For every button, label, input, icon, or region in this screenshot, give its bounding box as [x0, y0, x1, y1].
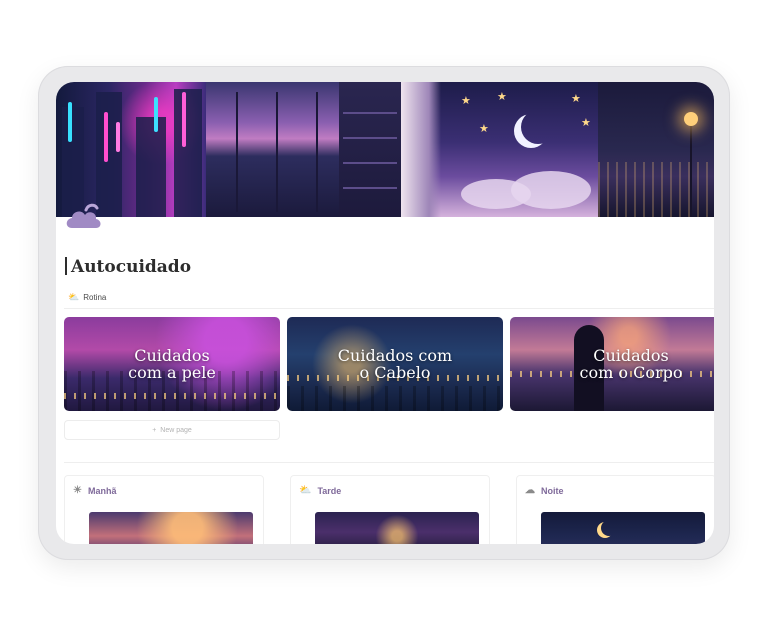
title-bar: [65, 257, 67, 275]
routine-column-afternoon[interactable]: ⛅ Tarde: [290, 475, 490, 544]
column-heading[interactable]: ⛅ Tarde: [299, 485, 341, 496]
column-heading[interactable]: ☀ Manhã: [73, 485, 116, 496]
divider: [64, 462, 714, 463]
gallery-card-label: Cuidados com o Corpo: [579, 346, 683, 382]
notion-page: ★ ★ ★ ★ ★ Autocuidado ⛅ Rotina Cuidados …: [56, 82, 714, 544]
column-heading[interactable]: ☁ Noite: [525, 485, 564, 496]
column-cover-image[interactable]: [315, 512, 479, 544]
sun-icon: ☀: [73, 485, 82, 496]
cloud-moon-icon: ☁: [525, 485, 535, 496]
sun-behind-cloud-icon: ⛅: [299, 485, 312, 496]
column-cover-image[interactable]: [541, 512, 705, 544]
cover-lamp-river: [598, 82, 714, 217]
gallery-card-label: Cuidados com o Cabelo: [337, 346, 453, 382]
sun-behind-cloud-icon: ⛅: [68, 292, 80, 302]
routine-column-morning[interactable]: ☀ Manhã: [64, 475, 264, 544]
new-page-label: New page: [160, 426, 192, 434]
column-label: Manhã: [87, 485, 117, 496]
divider: [64, 308, 714, 309]
section-tag[interactable]: ⛅ Rotina: [68, 292, 106, 303]
cover-neon-street: [56, 82, 206, 217]
column-cover-image[interactable]: [89, 512, 253, 544]
column-label: Noite: [541, 485, 564, 496]
tablet-frame: ★ ★ ★ ★ ★ Autocuidado ⛅ Rotina Cuidados …: [38, 66, 730, 560]
gallery-card-skin-care[interactable]: Cuidados com a pele: [64, 317, 280, 411]
gallery-card-label: Cuidados com a pele: [128, 346, 216, 382]
cover-image[interactable]: ★ ★ ★ ★ ★: [56, 82, 714, 217]
cover-city-room: [206, 82, 401, 217]
gallery-card-body-care[interactable]: Cuidados com o Corpo: [510, 317, 714, 411]
column-label: Tarde: [317, 485, 342, 496]
page-title-text: Autocuidado: [71, 257, 192, 277]
section-tag-label: Rotina: [83, 293, 107, 302]
routine-column-night[interactable]: ☁ Noite: [516, 475, 714, 544]
cover-moon-clouds: ★ ★ ★ ★ ★: [401, 82, 598, 217]
page-title[interactable]: Autocuidado: [65, 257, 191, 277]
gallery-card-hair-care[interactable]: Cuidados com o Cabelo: [287, 317, 503, 411]
cloud-icon[interactable]: [64, 200, 104, 230]
plus-icon: +: [152, 426, 157, 434]
new-page-button[interactable]: + New page: [64, 420, 280, 440]
